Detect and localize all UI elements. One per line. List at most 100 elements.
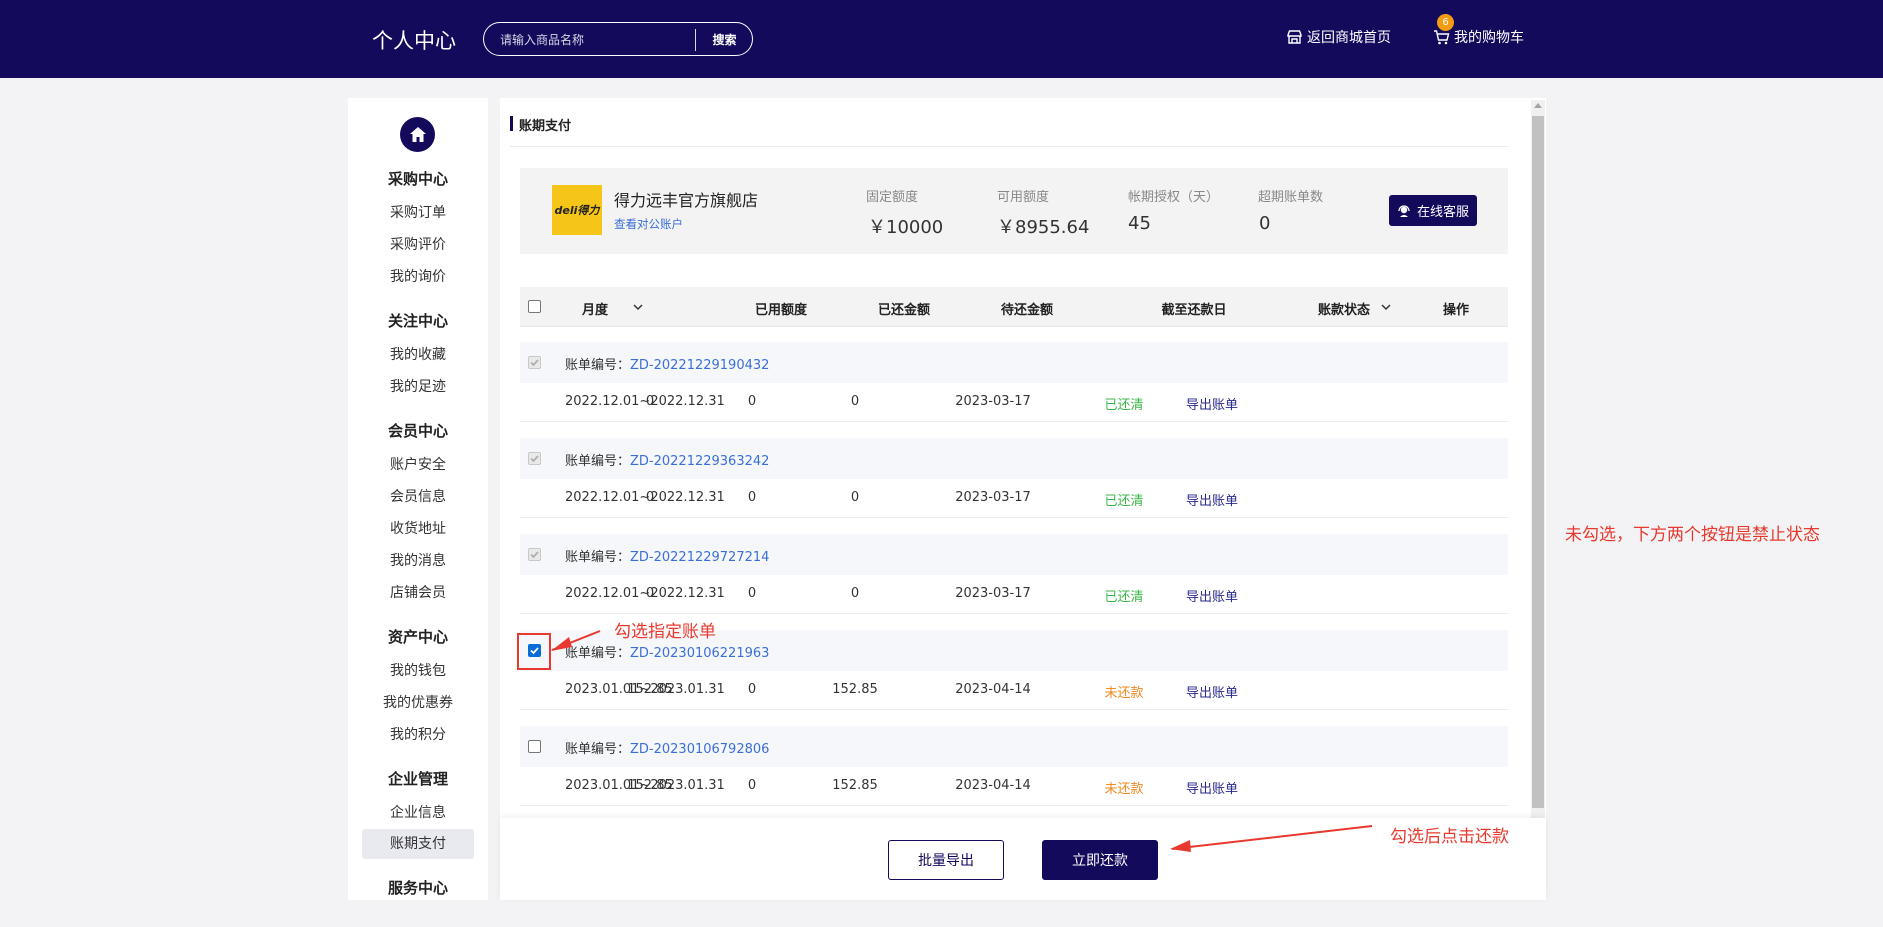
cell-used-amount: 152.85 [627, 778, 673, 793]
annotation-click-pay: 勾选后点击还款 [1390, 827, 1509, 847]
search-input[interactable] [500, 30, 690, 50]
stat-overdue-value: 0 [1259, 213, 1271, 234]
scroll-up-icon[interactable] [1534, 103, 1542, 108]
sidebar-item-my-inquiries[interactable]: 我的询价 [362, 262, 474, 292]
cell-used-amount: 0 [645, 490, 655, 505]
cell-status: 已还清 [1104, 398, 1144, 413]
bill-header-row: 账单编号：ZD-20221229363242 [520, 438, 1508, 479]
bill-number-prefix: 账单编号： [565, 742, 631, 757]
stat-fixed-limit-value: ￥10000 [868, 217, 944, 238]
cell-pending-amount: 152.85 [832, 778, 878, 793]
col-repaid-amount: 已还金额 [877, 303, 931, 318]
cell-repaid-amount: 0 [747, 586, 757, 601]
stat-overdue-label: 超期账单数 [1258, 190, 1324, 205]
bill-number-prefix: 账单编号： [565, 550, 631, 565]
sidebar-item-purchase-orders[interactable]: 采购订单 [362, 198, 474, 228]
bill-number-link[interactable]: ZD-20230106221963 [630, 646, 769, 661]
bill-header-row: 账单编号：ZD-20230106792806 [520, 726, 1508, 767]
table-row: 2023.01.01~2023.01.31 152.85 0 152.85 2023-0… [520, 767, 1508, 806]
back-to-mall-link[interactable]: 返回商城首页 [1286, 27, 1391, 47]
bill-number-label: 账单编号：ZD-20221229190432 [565, 354, 769, 373]
sidebar-item-points[interactable]: 我的积分 [362, 720, 474, 750]
view-corporate-account-link[interactable]: 查看对公账户 [614, 216, 683, 232]
bill-number-link[interactable]: ZD-20221229727214 [630, 550, 769, 565]
bill-number-link[interactable]: ZD-20221229363242 [630, 454, 769, 469]
bill-header-row: 账单编号：ZD-20221229190432 [520, 342, 1508, 383]
sidebar-item-purchase-reviews[interactable]: 采购评价 [362, 230, 474, 260]
checkmark-icon [530, 359, 539, 367]
home-icon [409, 126, 426, 142]
sidebar-item-wallet[interactable]: 我的钱包 [362, 656, 474, 686]
export-bill-link[interactable]: 导出账单 [1186, 394, 1238, 413]
sidebar-item-favorites[interactable]: 我的收藏 [362, 340, 474, 370]
online-service-button[interactable]: 在线客服 [1389, 195, 1477, 226]
bill-header-row: 账单编号：ZD-20221229727214 [520, 534, 1508, 575]
sidebar-item-coupons[interactable]: 我的优惠券 [362, 688, 474, 718]
batch-export-button[interactable]: 批量导出 [888, 840, 1004, 880]
store-logo: deli得力 [552, 185, 602, 235]
section-divider [510, 146, 1508, 147]
bill-checkbox [528, 356, 541, 369]
section-accent-bar [510, 116, 513, 131]
month-chevron-down-icon[interactable] [632, 302, 644, 312]
cell-status: 已还清 [1104, 494, 1144, 509]
bill-number-label: 账单编号：ZD-20230106792806 [565, 738, 769, 757]
status-chevron-down-icon[interactable] [1380, 302, 1392, 312]
sidebar-group-member: 会员中心 [387, 422, 448, 440]
bill-checkbox[interactable] [528, 740, 541, 753]
cart-count-badge: 6 [1437, 14, 1454, 31]
sidebar-item-addresses[interactable]: 收货地址 [362, 514, 474, 544]
sidebar-group-service: 服务中心 [387, 879, 448, 897]
cell-repaid-amount: 0 [747, 490, 757, 505]
sidebar-item-footprints[interactable]: 我的足迹 [362, 372, 474, 402]
cell-status: 已还清 [1104, 590, 1144, 605]
sidebar-group-purchase: 采购中心 [387, 170, 448, 188]
sidebar-group-enterprise: 企业管理 [387, 770, 448, 788]
cart-icon [1434, 29, 1450, 44]
cell-pending-amount: 0 [850, 394, 860, 409]
home-button[interactable] [400, 117, 435, 152]
sidebar: 采购中心 采购订单 采购评价 我的询价 关注中心 我的收藏 我的足迹 会员中心 … [348, 98, 488, 900]
scrollbar-thumb[interactable] [1532, 116, 1544, 808]
export-bill-link[interactable]: 导出账单 [1186, 682, 1238, 701]
cell-repaid-amount: 0 [747, 394, 757, 409]
search-box: 搜索 [483, 22, 753, 56]
pay-now-button[interactable]: 立即还款 [1042, 840, 1158, 880]
sidebar-item-member-info[interactable]: 会员信息 [362, 482, 474, 512]
sidebar-item-credit-payment[interactable]: 账期支付 [362, 829, 474, 859]
site-title: 个人中心 [372, 29, 456, 53]
sidebar-item-store-membership[interactable]: 店铺会员 [362, 578, 474, 608]
back-to-mall-label: 返回商城首页 [1307, 30, 1391, 46]
export-bill-link[interactable]: 导出账单 [1186, 490, 1238, 509]
table-row: 2022.12.01~2022.12.31 0 0 0 2023-03-17 已还清 导出账… [520, 575, 1508, 614]
col-used-amount: 已用额度 [754, 303, 808, 318]
sidebar-item-messages[interactable]: 我的消息 [362, 546, 474, 576]
select-all-checkbox[interactable] [528, 300, 541, 313]
stat-available-limit-value: ￥8955.64 [997, 217, 1090, 238]
export-bill-link[interactable]: 导出账单 [1186, 586, 1238, 605]
section-title: 账期支付 [519, 119, 572, 134]
annotation-select-bill: 勾选指定账单 [614, 622, 716, 642]
sidebar-item-enterprise-info[interactable]: 企业信息 [362, 798, 474, 828]
stat-fixed-limit-label: 固定额度 [866, 190, 919, 205]
bill-number-link[interactable]: ZD-20221229190432 [630, 358, 769, 373]
col-month: 月度 [581, 303, 609, 318]
store-name: 得力远丰官方旗舰店 [614, 191, 759, 210]
sidebar-item-account-security[interactable]: 账户安全 [362, 450, 474, 480]
stat-available-limit-label: 可用额度 [997, 190, 1050, 205]
bill-number-label: 账单编号：ZD-20221229727214 [565, 546, 769, 565]
checkmark-icon [530, 455, 539, 463]
stat-credit-days-value: 45 [1128, 213, 1151, 234]
table-row: 2023.01.01~2023.01.31 152.85 0 152.85 2023-0… [520, 671, 1508, 710]
search-button[interactable]: 搜索 [696, 23, 753, 55]
cell-status: 未还款 [1104, 686, 1144, 701]
cell-pending-amount: 0 [850, 586, 860, 601]
top-header: 个人中心 搜索 返回商城首页 我的购物车 6 [0, 0, 1883, 78]
stat-credit-days-label: 帐期授权（天） [1128, 190, 1220, 205]
export-bill-link[interactable]: 导出账单 [1186, 778, 1238, 797]
store-summary-card: deli得力 得力远丰官方旗舰店 查看对公账户 固定额度 ￥10000 可用额度… [520, 168, 1508, 254]
annotation-disabled-note: 未勾选，下方两个按钮是禁止状态 [1565, 525, 1820, 545]
bill-number-link[interactable]: ZD-20230106792806 [630, 742, 769, 757]
store-icon [1287, 29, 1302, 44]
cell-pending-amount: 0 [850, 490, 860, 505]
